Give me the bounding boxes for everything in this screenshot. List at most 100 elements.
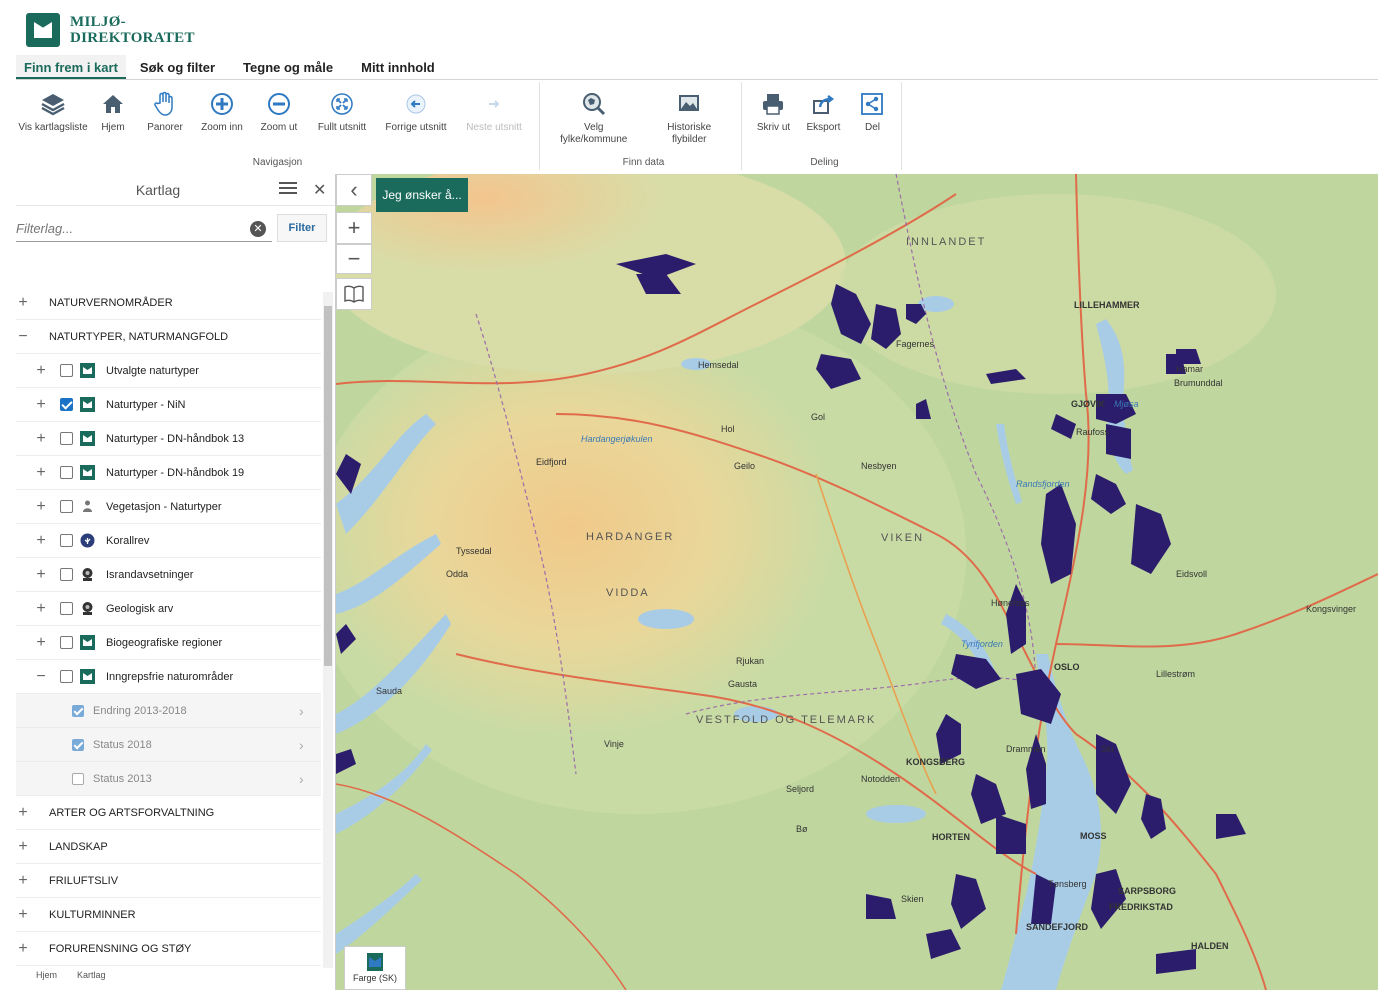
filter-button[interactable]: Filter (277, 214, 327, 242)
layer-row[interactable]: + Israndavsetninger (16, 558, 321, 592)
tab-sok-og-filter[interactable]: Søk og filter (126, 55, 229, 79)
layer-checkbox[interactable] (60, 602, 73, 615)
layer-row[interactable]: + Korallrev (16, 524, 321, 558)
filter-input[interactable] (16, 216, 272, 242)
map-zoom-in-button[interactable]: + (336, 212, 372, 244)
collapse-panel-button[interactable]: ‹ (336, 174, 372, 206)
expand-icon[interactable]: + (34, 362, 48, 380)
layer-row[interactable]: + Naturtyper - NiN (16, 388, 321, 422)
expand-icon[interactable]: + (34, 464, 48, 482)
category-row[interactable]: + ARTER OG ARTSFORVALTNING (16, 796, 321, 830)
print-label: Skriv ut (756, 122, 791, 133)
expand-icon[interactable]: + (34, 430, 48, 448)
scrollbar-thumb[interactable] (324, 306, 332, 666)
sublayer-label: Status 2013 (93, 772, 152, 785)
category-row[interactable]: + NATURVERNOMRÅDER (16, 286, 321, 320)
layer-checkbox[interactable] (60, 432, 73, 445)
home-icon (99, 90, 127, 118)
expand-icon[interactable]: + (16, 804, 30, 822)
select-region-icon (580, 90, 608, 118)
layer-row[interactable]: − Inngrepsfrie naturområder (16, 660, 321, 694)
layer-checkbox[interactable] (60, 500, 73, 513)
lake-water (866, 805, 926, 823)
close-icon[interactable]: ✕ (313, 180, 326, 200)
bottom-tab-layers[interactable]: Kartlag (77, 970, 106, 990)
layer-row[interactable]: + Utvalgte naturtyper (16, 354, 321, 388)
collapse-icon[interactable]: − (16, 328, 30, 346)
layer-row[interactable]: + Biogeografiske regioner (16, 626, 321, 660)
sublayer-checkbox[interactable] (72, 738, 84, 751)
legend-button[interactable] (336, 278, 372, 310)
basemap-switcher[interactable]: Farge (SK) (344, 946, 406, 990)
panel-menu-icon[interactable] (279, 182, 297, 196)
category-label: LANDSKAP (49, 840, 108, 853)
layer-checkbox[interactable] (60, 534, 73, 547)
tab-mitt-innhold[interactable]: Mitt innhold (347, 55, 449, 79)
expand-icon[interactable]: + (34, 498, 48, 516)
previous-extent-label: Forrige utsnitt (385, 122, 447, 133)
chevron-right-icon[interactable]: › (299, 737, 304, 753)
tab-tegne-og-male[interactable]: Tegne og måle (229, 55, 347, 79)
sublayer-row[interactable]: Status 2013 › (16, 762, 321, 796)
layer-checkbox[interactable] (60, 568, 73, 581)
sublayer-row[interactable]: Status 2018 › (16, 728, 321, 762)
layer-row[interactable]: + Vegetasjon - Naturtyper (16, 490, 321, 524)
zoom-out-icon (265, 90, 293, 118)
tab-finn-frem-i-kart[interactable]: Finn frem i kart (16, 55, 126, 79)
layer-checkbox[interactable] (60, 466, 73, 479)
sublayer-row[interactable]: Endring 2013-2018 › (16, 694, 321, 728)
expand-icon[interactable]: + (16, 872, 30, 890)
bottom-tab-home[interactable]: Hjem (36, 970, 57, 990)
expand-icon[interactable]: + (34, 600, 48, 618)
layer-checkbox[interactable] (60, 364, 73, 377)
expand-icon[interactable]: + (34, 532, 48, 550)
person-layer-icon (83, 500, 92, 512)
category-row[interactable]: + LANDSKAP (16, 830, 321, 864)
clear-filter-icon[interactable]: ✕ (250, 221, 266, 237)
expand-icon[interactable]: + (34, 566, 48, 584)
sublayer-checkbox[interactable] (72, 704, 84, 717)
historical-photos-label: Historiske flybilder (667, 122, 712, 145)
category-label: NATURVERNOMRÅDER (49, 296, 173, 309)
home-label: Hjem (101, 122, 125, 133)
share-icon (858, 90, 886, 118)
expand-icon[interactable]: + (16, 294, 30, 312)
layer-row[interactable]: + Naturtyper - DN-håndbok 13 (16, 422, 321, 456)
layer-checkbox[interactable] (60, 670, 73, 683)
category-row[interactable]: + KULTURMINNER (16, 898, 321, 932)
layer-label: Naturtyper - DN-håndbok 13 (106, 432, 245, 445)
layer-label: Vegetasjon - Naturtyper (106, 500, 222, 513)
expand-icon[interactable]: + (16, 838, 30, 856)
export-label: Eksport (806, 122, 841, 133)
lake-water (681, 358, 711, 370)
category-row[interactable]: + FORURENSNING OG STØY (16, 932, 321, 966)
book-icon (344, 285, 364, 303)
layer-row[interactable]: + Geologisk arv (16, 592, 321, 626)
collapse-icon[interactable]: − (34, 668, 48, 686)
navigation-group-title: Navigasjon (252, 157, 303, 168)
logo[interactable]: MILJØ- DIREKTORATET (26, 10, 195, 50)
expand-icon[interactable]: + (34, 396, 48, 414)
expand-icon[interactable]: + (34, 634, 48, 652)
layer-label: Naturtyper - NiN (106, 398, 186, 411)
map-zoom-out-button[interactable]: − (336, 244, 372, 274)
wish-button[interactable]: Jeg ønsker å... (376, 178, 468, 212)
geology-icon (82, 602, 93, 615)
category-row[interactable]: + FRILUFTSLIV (16, 864, 321, 898)
chevron-right-icon[interactable]: › (299, 703, 304, 719)
panel-bottom-tabs: Hjem Kartlag (16, 970, 336, 990)
map-view[interactable]: HARDANGER VIDDA INNLANDET VIKEN VESTFOLD OG … (336, 174, 1378, 990)
layer-checkbox[interactable] (60, 636, 73, 649)
layer-list-scrollbar[interactable] (323, 292, 333, 968)
layer-checkbox[interactable] (60, 398, 73, 411)
chevron-right-icon[interactable]: › (299, 771, 304, 787)
sublayer-checkbox[interactable] (72, 772, 84, 785)
hand-icon (151, 90, 179, 118)
category-label: KULTURMINNER (49, 908, 136, 921)
expand-icon[interactable]: + (16, 940, 30, 958)
next-extent-icon (480, 90, 508, 118)
pan-label: Panorer (147, 122, 183, 133)
layer-row[interactable]: + Naturtyper - DN-håndbok 19 (16, 456, 321, 490)
category-row[interactable]: − NATURTYPER, NATURMANGFOLD (16, 320, 321, 354)
expand-icon[interactable]: + (16, 906, 30, 924)
